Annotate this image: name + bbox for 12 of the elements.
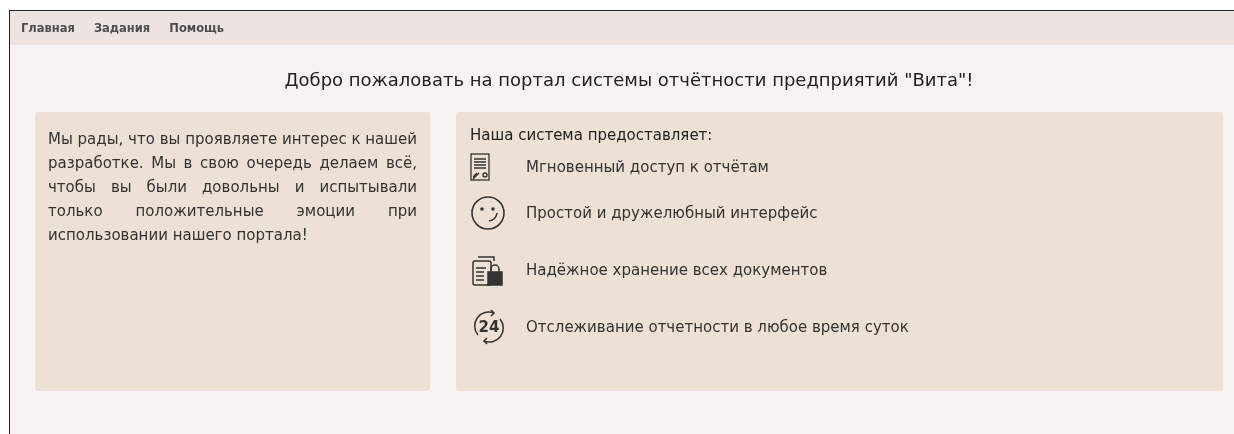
document-icon (470, 153, 490, 181)
smile-icon (470, 194, 506, 231)
feature-text: Отслеживание отчетности в любое время суток (526, 317, 909, 336)
features-title: Наша система предоставляет: (470, 126, 714, 144)
feature-text: Мгновенный доступ к отчётам (526, 158, 769, 176)
nav-link[interactable]: Задания (93, 21, 151, 35)
nav-link[interactable]: Помощь (169, 21, 225, 35)
page-heading: Добро пожаловать на портал системы отчётности предприятий "Вита"! (283, 69, 975, 90)
feature-text: Надёжное хранение всех документов (526, 260, 828, 279)
nav-link[interactable]: Главная (21, 21, 75, 35)
feature-text: Простой и дружелюбный интерфейс (526, 203, 818, 222)
intro-text: Мы рады, что вы проявляете интерес к нашей разработке. Мы в свою очередь делаем всё, чтобы вы были довольны и испытывали только положительные эмоции при использовании нашего портала! (48, 129, 417, 246)
